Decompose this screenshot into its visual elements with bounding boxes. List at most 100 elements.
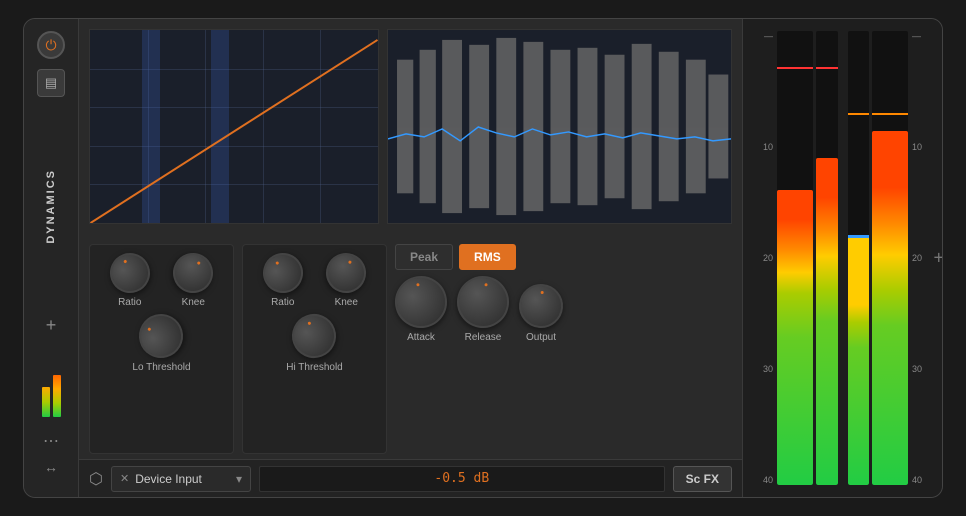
hi-knee-label: Knee [335, 297, 358, 308]
attack-knob-item: Attack [395, 276, 447, 343]
scale-r-20: 20 [912, 253, 936, 263]
meter-fill-4 [872, 131, 908, 485]
lo-knee-indicator [197, 261, 201, 265]
lo-threshold-label: Lo Threshold [132, 362, 190, 373]
lo-knee-knob[interactable] [166, 246, 221, 301]
scale-30: 30 [749, 364, 773, 374]
meter-fill-3 [848, 235, 870, 485]
arrow-button[interactable]: ↔ [37, 457, 65, 477]
meter-fill-2 [816, 158, 838, 485]
input-routing-icon: ⬡ [89, 469, 103, 489]
right-controls: Peak RMS Attack Release [395, 244, 732, 454]
release-knob-item: Release [457, 276, 509, 343]
lo-ratio-label: Ratio [118, 297, 141, 308]
waveform-display [387, 29, 732, 224]
scale-r-30: 30 [912, 364, 936, 374]
hi-ratio-knob[interactable] [255, 246, 310, 301]
add-right-button[interactable]: + [933, 248, 943, 269]
plugin-title-label: DYNAMICS [45, 169, 57, 244]
power-icon: ⏻ [45, 37, 56, 54]
release-label: Release [465, 332, 502, 343]
meters-group [777, 27, 908, 489]
plugin-container: ⏻ ▤ DYNAMICS + ⋯ ↔ [23, 18, 943, 498]
hi-ratio-knob-item: Ratio [263, 253, 303, 308]
attack-indicator [416, 283, 419, 286]
lo-threshold-indicator [148, 327, 152, 331]
scale-40: 40 [749, 475, 773, 485]
scale-20: 20 [749, 253, 773, 263]
hi-knee-knob-item: Knee [326, 253, 366, 308]
sc-fx-button[interactable]: Sc FX [673, 466, 732, 492]
device-clear-icon[interactable]: ✕ [120, 472, 129, 485]
add-left-button[interactable]: + [40, 315, 62, 337]
lo-threshold-knob[interactable] [131, 306, 191, 366]
device-dropdown-icon[interactable]: ▾ [236, 472, 242, 486]
mini-bar-1 [42, 387, 50, 417]
meter-peak-4 [872, 113, 908, 115]
device-name-label: Device Input [135, 472, 202, 486]
meter-bar-2 [816, 31, 838, 485]
meter-peak-2 [816, 67, 838, 69]
lo-ratio-knob[interactable] [104, 247, 155, 298]
meter-peak-3 [848, 113, 870, 115]
waveform-svg [388, 30, 731, 223]
sidebar-left: ⏻ ▤ DYNAMICS + ⋯ ↔ [24, 19, 79, 497]
lo-threshold-section: Ratio Knee Lo Threshold [89, 244, 234, 454]
meter-fill-1 [777, 190, 813, 485]
hi-threshold-label: Hi Threshold [286, 362, 343, 373]
release-indicator [484, 283, 487, 286]
meter-scale-left: — 10 20 30 40 [749, 27, 777, 489]
folder-button[interactable]: ▤ [37, 69, 65, 97]
scale-r-top: — [912, 31, 936, 41]
hi-knee-knob[interactable] [321, 247, 372, 298]
device-select[interactable]: ✕ Device Input ▾ [111, 466, 251, 492]
mini-bar-2 [53, 375, 61, 417]
rms-button[interactable]: RMS [459, 244, 516, 270]
attack-label: Attack [407, 332, 435, 343]
scale-r-40: 40 [912, 475, 936, 485]
dots-button[interactable]: ⋯ [37, 431, 65, 451]
transfer-curve-svg [90, 30, 378, 223]
mini-meter-left [42, 367, 61, 417]
release-knob[interactable] [453, 272, 513, 332]
folder-icon: ▤ [45, 75, 57, 91]
bottom-controls: Ratio Knee Lo Threshold [79, 239, 742, 459]
meter-scale-right: — 10 20 30 40 [908, 27, 936, 489]
lo-threshold-row: Lo Threshold [98, 314, 225, 373]
main-content: Ratio Knee Lo Threshold [79, 19, 742, 497]
aro-row: Attack Release Output [395, 276, 732, 343]
hi-threshold-row: Hi Threshold [251, 314, 378, 373]
transfer-curve-graph [89, 29, 379, 224]
power-button[interactable]: ⏻ [37, 31, 65, 59]
output-knob[interactable] [517, 282, 565, 330]
peak-button[interactable]: Peak [395, 244, 453, 270]
output-label: Output [526, 332, 556, 343]
hi-knob-pair: Ratio Knee [251, 253, 378, 308]
arrow-icon: ↔ [44, 459, 58, 475]
hi-threshold-section: Ratio Knee Hi Threshold [242, 244, 387, 454]
lo-knee-knob-item: Knee [173, 253, 213, 308]
bottom-bar: ⬡ ✕ Device Input ▾ -0.5 dB Sc FX [79, 459, 742, 497]
hi-ratio-indicator [275, 261, 279, 265]
meter-blue-marker [848, 235, 870, 238]
meter-panel: — 10 20 30 40 [742, 19, 942, 497]
scale-10: 10 [749, 142, 773, 152]
hi-threshold-indicator [308, 321, 312, 325]
output-knob-item: Output [519, 284, 563, 343]
db-display: -0.5 dB [259, 466, 665, 492]
lo-ratio-indicator [123, 259, 127, 263]
hi-knee-indicator [348, 260, 352, 264]
scale-top: — [749, 31, 773, 41]
meter-bar-1 [777, 31, 813, 485]
hi-threshold-knob[interactable] [286, 308, 342, 364]
add-left-icon: + [46, 315, 57, 336]
output-indicator [541, 291, 544, 294]
top-row [79, 19, 742, 239]
hi-threshold-item: Hi Threshold [286, 314, 343, 373]
lo-ratio-knob-item: Ratio [110, 253, 150, 308]
attack-knob[interactable] [391, 272, 451, 332]
lo-knob-pair: Ratio Knee [98, 253, 225, 308]
scale-r-10: 10 [912, 142, 936, 152]
lo-threshold-item: Lo Threshold [132, 314, 190, 373]
meter-peak-1 [777, 67, 813, 69]
